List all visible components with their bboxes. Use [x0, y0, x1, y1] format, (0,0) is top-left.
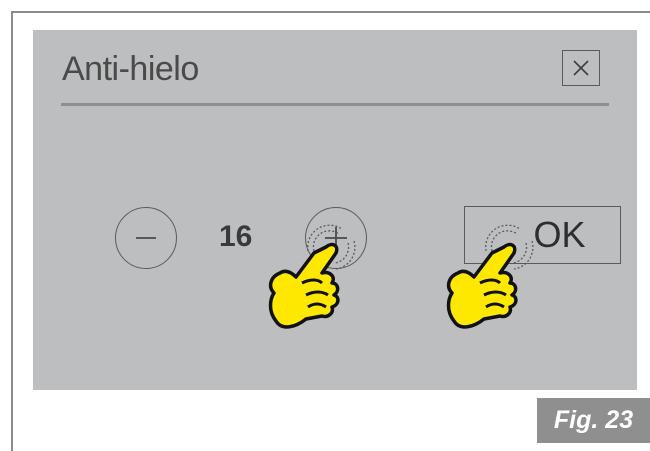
- figure-label: Fig. 23: [537, 398, 650, 443]
- increase-button[interactable]: [305, 207, 367, 269]
- decrease-button[interactable]: [115, 207, 177, 269]
- close-icon: [573, 60, 589, 76]
- minus-icon: [136, 237, 156, 239]
- anti-ice-dialog: Anti-hielo 16 OK: [33, 30, 637, 390]
- close-button[interactable]: [562, 50, 600, 86]
- plus-icon: [325, 227, 347, 249]
- ok-button-label: OK: [533, 214, 586, 255]
- temperature-value: 16: [219, 220, 253, 253]
- title-divider: [61, 103, 609, 106]
- ok-button[interactable]: OK: [464, 206, 621, 264]
- dialog-title: Anti-hielo: [62, 50, 199, 88]
